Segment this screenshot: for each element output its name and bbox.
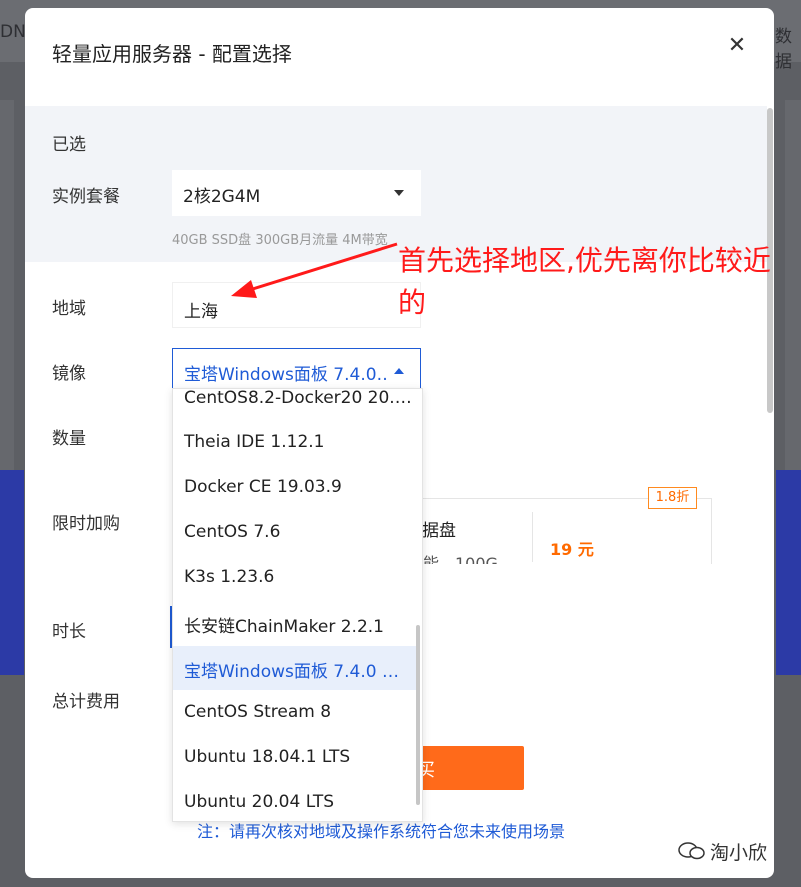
image-select[interactable]: 宝塔Windows面板 7.4.0… — [172, 348, 421, 392]
annotation-text: 首先选择地区,优先离你比较近的 — [398, 244, 771, 319]
background-nav-text-right: 数据 — [775, 27, 792, 72]
buy-button[interactable]: 买 — [415, 746, 524, 790]
chevron-up-icon — [394, 368, 404, 374]
wechat-icon — [678, 842, 705, 860]
annotation-arrow-icon — [231, 242, 398, 298]
dropdown-option[interactable]: Ubuntu 18.04.1 LTS — [173, 736, 417, 780]
selected-heading: 已选 — [52, 135, 86, 155]
background-banner — [0, 470, 24, 675]
image-dropdown: CentOS8.2-Docker20 20.… Theia IDE 1.12.1… — [172, 388, 423, 822]
discount-badge: 1.8折 — [648, 487, 697, 509]
quantity-label: 数量 — [52, 429, 86, 449]
watermark-text: 淘小欣 — [710, 842, 768, 864]
plan-label: 实例套餐 — [52, 187, 120, 207]
background-card — [0, 100, 14, 470]
dropdown-option[interactable]: CentOS 7.6 — [173, 511, 417, 555]
background-nav-text-left: DN — [0, 22, 26, 42]
dropdown-option[interactable]: Theia IDE 1.12.1 — [173, 421, 417, 465]
dialog-title: 轻量应用服务器 - 配置选择 — [52, 42, 292, 66]
dropdown-option[interactable]: CentOS8.2-Docker20 20.… — [173, 389, 417, 421]
region-label: 地域 — [52, 299, 86, 319]
dropdown-option[interactable]: Docker CE 19.03.9 — [173, 466, 417, 510]
plan-select-value: 2核2G4M — [183, 187, 261, 207]
dropdown-option[interactable]: Ubuntu 20.04 LTS — [173, 781, 417, 821]
image-label: 镜像 — [52, 364, 86, 384]
dropdown-option[interactable]: CentOS Stream 8 — [173, 691, 417, 735]
addon-divider — [532, 512, 533, 562]
image-select-value: 宝塔Windows面板 7.4.0… — [184, 365, 389, 385]
duration-label: 时长 — [52, 622, 86, 642]
config-dialog: 轻量应用服务器 - 配置选择 ✕ 已选 实例套餐 2核2G4M 40GB SSD… — [25, 8, 774, 878]
background-card — [785, 100, 801, 470]
dropdown-option[interactable]: K3s 1.23.6 — [173, 556, 417, 600]
addon-price: 19 元 — [550, 540, 594, 559]
close-icon[interactable]: ✕ — [725, 34, 749, 58]
background-banner — [776, 470, 801, 675]
dropdown-scrollbar[interactable] — [416, 625, 420, 805]
dropdown-option[interactable]: 长安链ChainMaker 2.2.1 — [173, 601, 417, 645]
chevron-down-icon — [394, 190, 404, 196]
dropdown-option-selected[interactable]: 宝塔Windows面板 7.4.0 … — [173, 646, 417, 690]
total-label: 总计费用 — [52, 692, 120, 712]
region-select-value: 上海 — [184, 302, 218, 322]
plan-select[interactable]: 2核2G4M — [172, 170, 421, 216]
addon-label: 限时加购 — [52, 514, 120, 534]
